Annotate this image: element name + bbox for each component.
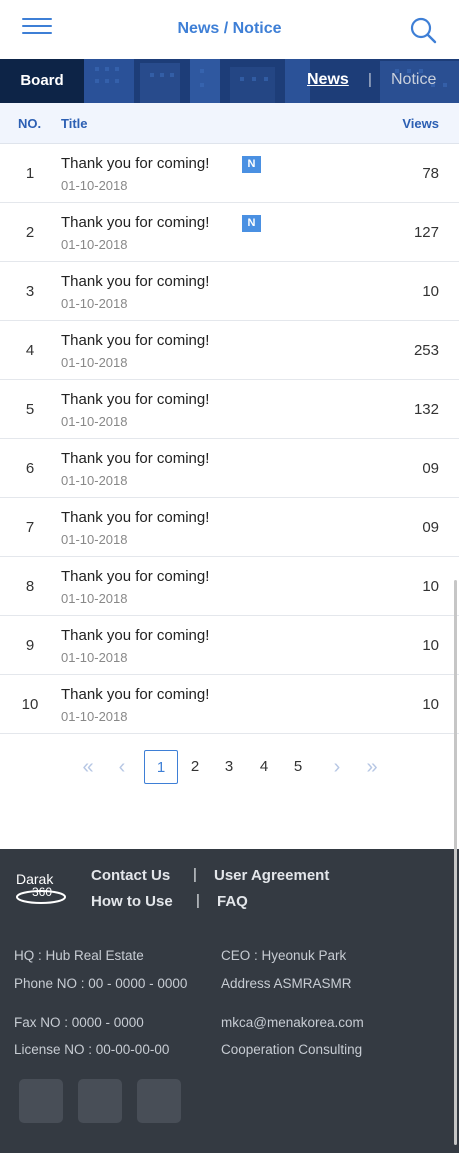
row-views: 127 [413,224,439,241]
tab-news[interactable]: News [307,71,349,89]
social-button-1[interactable] [19,1079,63,1123]
row-number: 7 [25,519,35,536]
row-title[interactable]: Thank you for coming! [61,273,209,290]
user-agreement-link[interactable]: User Agreement [214,867,329,884]
row-views: 78 [422,165,439,182]
row-date: 01-10-2018 [61,237,128,252]
how-to-use-link[interactable]: How to Use [91,893,173,910]
row-number: 3 [25,283,35,300]
table-row[interactable]: 9 Thank you for coming! 01-10-2018 10 [0,616,459,675]
table-row[interactable]: 1 Thank you for coming! N 01-10-2018 78 [0,144,459,203]
row-views: 10 [422,696,439,713]
footer-separator: | [196,892,200,909]
column-header-no: NO. [18,116,42,131]
table-row[interactable]: 7 Thank you for coming! 01-10-2018 09 [0,498,459,557]
page-title: News / Notice [177,20,282,37]
row-views: 10 [422,637,439,654]
faq-link[interactable]: FAQ [217,893,248,910]
row-number: 10 [21,696,39,713]
row-title[interactable]: Thank you for coming! [61,391,209,408]
row-date: 01-10-2018 [61,178,128,193]
social-button-3[interactable] [137,1079,181,1123]
social-button-2[interactable] [78,1079,122,1123]
row-date: 01-10-2018 [61,532,128,547]
row-title[interactable]: Thank you for coming! [61,509,209,526]
row-number: 9 [25,637,35,654]
tab-separator: | [368,71,372,88]
row-number: 4 [25,342,35,359]
row-title[interactable]: Thank you for coming! [61,332,209,349]
table-row[interactable]: 8 Thank you for coming! 01-10-2018 10 [0,557,459,616]
pagination: « ‹ 1 2 3 4 5 › » [0,750,459,786]
board-banner: Board News | Notice [0,59,459,103]
table-row[interactable]: 4 Thank you for coming! 01-10-2018 253 [0,321,459,380]
hq-info: HQ : Hub Real Estate [14,948,144,963]
page-button-1[interactable]: 1 [144,750,178,784]
first-page-icon[interactable]: « [76,750,100,784]
next-page-icon[interactable]: › [327,750,347,784]
row-date: 01-10-2018 [61,355,128,370]
fax-info: Fax NO : 0000 - 0000 [14,1015,144,1030]
table-row[interactable]: 3 Thank you for coming! 01-10-2018 10 [0,262,459,321]
column-header-views: Views [402,116,439,131]
row-number: 1 [25,165,35,182]
email-info: mkca@menakorea.com [221,1015,364,1030]
row-number: 2 [25,224,35,241]
scrollbar[interactable] [454,580,457,1145]
table-header: NO. Title Views [0,103,459,144]
page-button-4[interactable]: 4 [254,750,274,784]
row-title[interactable]: Thank you for coming! [61,627,209,644]
footer: Darak 360 Contact Us | User Agreement Ho… [0,849,459,1153]
search-icon[interactable] [409,16,437,44]
row-number: 8 [25,578,35,595]
new-badge: N [242,156,261,173]
cooperation-info: Cooperation Consulting [221,1042,363,1057]
phone-info: Phone NO : 00 - 0000 - 0000 [14,976,188,991]
row-views: 253 [413,342,439,359]
page-button-5[interactable]: 5 [288,750,308,784]
row-views: 10 [422,578,439,595]
row-date: 01-10-2018 [61,591,128,606]
tab-notice[interactable]: Notice [391,71,436,89]
row-date: 01-10-2018 [61,650,128,665]
table-row[interactable]: 5 Thank you for coming! 01-10-2018 132 [0,380,459,439]
row-date: 01-10-2018 [61,709,128,724]
row-views: 09 [422,519,439,536]
row-title[interactable]: Thank you for coming! [61,450,209,467]
darak-logo[interactable]: Darak 360 [14,869,68,907]
row-views: 132 [413,401,439,418]
table-row[interactable]: 10 Thank you for coming! 01-10-2018 10 [0,675,459,734]
row-title[interactable]: Thank you for coming! [61,686,209,703]
page-button-2[interactable]: 2 [185,750,205,784]
row-title[interactable]: Thank you for coming! [61,214,209,231]
row-date: 01-10-2018 [61,296,128,311]
table-row[interactable]: 6 Thank you for coming! 01-10-2018 09 [0,439,459,498]
board-label: Board [0,59,84,103]
new-badge: N [242,215,261,232]
column-header-title: Title [61,116,88,131]
contact-us-link[interactable]: Contact Us [91,867,170,884]
row-number: 6 [25,460,35,477]
footer-separator: | [193,866,197,883]
table-row[interactable]: 2 Thank you for coming! N 01-10-2018 127 [0,203,459,262]
page-button-3[interactable]: 3 [219,750,239,784]
row-date: 01-10-2018 [61,473,128,488]
address-info: Address ASMRASMR [221,976,352,991]
row-number: 5 [25,401,35,418]
row-views: 09 [422,460,439,477]
prev-page-icon[interactable]: ‹ [112,750,132,784]
top-bar: News / Notice [0,0,459,59]
row-date: 01-10-2018 [61,414,128,429]
last-page-icon[interactable]: » [359,750,385,784]
license-info: License NO : 00-00-00-00 [14,1042,170,1057]
ceo-info: CEO : Hyeonuk Park [221,948,347,963]
row-views: 10 [422,283,439,300]
row-title[interactable]: Thank you for coming! [61,568,209,585]
post-list: 1 Thank you for coming! N 01-10-2018 7 8 … [0,144,459,734]
row-title[interactable]: Thank you for coming! [61,155,209,172]
